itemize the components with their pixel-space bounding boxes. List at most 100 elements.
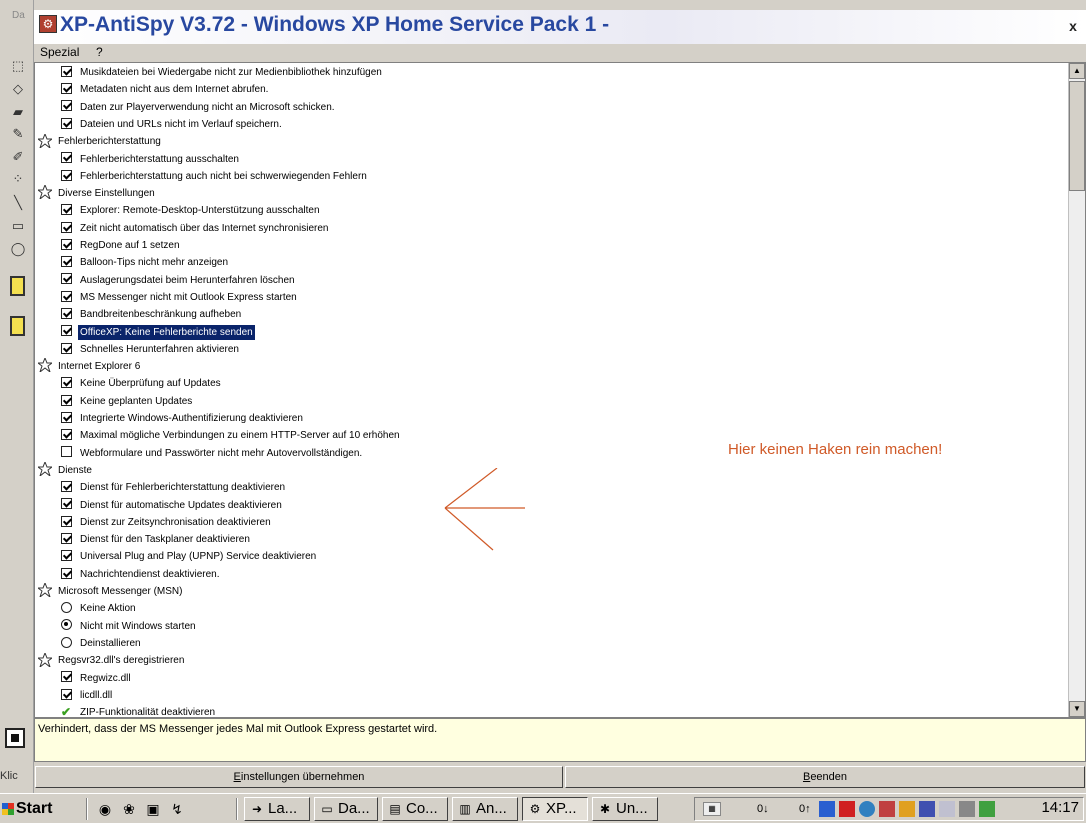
tree-radio-option[interactable]: Keine Aktion (61, 601, 138, 618)
tray-app-icon[interactable] (819, 801, 835, 817)
tree-setting[interactable]: Explorer: Remote-Desktop-Unterstützung a… (61, 203, 322, 220)
tree-category[interactable]: Dienste (36, 460, 94, 480)
checked-checkbox[interactable] (61, 567, 72, 579)
tree-setting[interactable]: Dienst für Fehlerberichterstattung deakt… (61, 480, 287, 497)
checked-checkbox[interactable] (61, 394, 72, 406)
title-bar[interactable]: ⚙ XP-AntiSpy V3.72 - Windows XP Home Ser… (34, 10, 1086, 44)
tree-setting[interactable]: Dienst für automatische Updates deaktivi… (61, 498, 284, 515)
checked-checkbox[interactable] (61, 325, 72, 337)
tree-setting[interactable]: Fehlerberichterstattung auch nicht bei s… (61, 169, 369, 186)
tree-setting[interactable]: Balloon-Tips nicht mehr anzeigen (61, 255, 230, 272)
tree-setting[interactable]: Maximal mögliche Verbindungen zu einem H… (61, 428, 402, 445)
start-button[interactable]: Start (2, 797, 74, 821)
tray-update-icon[interactable] (859, 801, 875, 817)
tree-setting[interactable]: Universal Plug and Play (UPNP) Service d… (61, 549, 318, 566)
tree-setting[interactable]: Nachrichtendienst deaktivieren. (61, 567, 222, 584)
tree-setting[interactable]: Keine geplanten Updates (61, 394, 194, 411)
scroll-down-icon[interactable]: ▼ (1069, 701, 1085, 717)
tree-setting[interactable]: Fehlerberichterstattung ausschalten (61, 152, 241, 169)
media-quicklaunch-icon[interactable]: ❀ (120, 800, 138, 818)
tree-setting[interactable]: Musikdateien bei Wiedergabe nicht zur Me… (61, 65, 384, 82)
vertical-scrollbar[interactable]: ▲ ▼ (1068, 63, 1085, 717)
quit-button[interactable]: Beenden (565, 766, 1085, 788)
checked-checkbox[interactable] (61, 83, 72, 95)
close-button[interactable]: x (1066, 19, 1080, 33)
checked-checkbox[interactable] (61, 273, 72, 285)
app-quicklaunch-icon[interactable]: ▣ (144, 800, 162, 818)
tree-setting[interactable]: Auslagerungsdatei beim Herunterfahren lö… (61, 273, 297, 290)
tree-setting[interactable]: ✔ ZIP-Funktionalität deaktivieren (61, 705, 217, 717)
taskbar-item[interactable]: ➜ La... (244, 797, 310, 821)
tree-setting[interactable]: Metadaten nicht aus dem Internet abrufen… (61, 82, 270, 99)
checked-checkbox[interactable] (61, 290, 72, 302)
scroll-up-icon[interactable]: ▲ (1069, 63, 1085, 79)
taskbar-item[interactable]: ▥ An... (452, 797, 518, 821)
checked-checkbox[interactable] (61, 481, 72, 493)
taskbar-item[interactable]: ⚙ XP... (522, 797, 588, 821)
scroll-thumb[interactable] (1069, 81, 1085, 191)
tree-setting[interactable]: Schnelles Herunterfahren aktivieren (61, 342, 241, 359)
tree-category[interactable]: Microsoft Messenger (MSN) (36, 582, 184, 601)
checked-checkbox[interactable] (61, 411, 72, 423)
tree-category[interactable]: Internet Explorer 6 (36, 357, 142, 376)
tree-setting[interactable]: Dateien und URLs nicht im Verlauf speich… (61, 117, 284, 134)
tree-setting[interactable]: Daten zur Playerverwendung nicht an Micr… (61, 100, 337, 117)
select-tool-icon[interactable]: ⬚ (9, 57, 27, 75)
spray-tool-icon[interactable]: ⁘ (9, 170, 27, 188)
color-swatch-icon[interactable] (10, 316, 25, 336)
tool-quicklaunch-icon[interactable]: ↯ (168, 800, 186, 818)
checked-checkbox[interactable] (61, 532, 72, 544)
tree-category[interactable]: Regsvr32.dll's deregistrieren (36, 651, 186, 670)
tree-setting[interactable]: RegDone auf 1 setzen (61, 238, 182, 255)
tree-setting[interactable]: Bandbreitenbeschränkung aufheben (61, 307, 243, 324)
tray-clock-icon[interactable] (939, 801, 955, 817)
rectangle-tool-icon[interactable]: ▭ (9, 217, 27, 235)
checked-checkbox[interactable] (61, 100, 72, 112)
checked-checkbox[interactable] (61, 498, 72, 510)
checked-checkbox[interactable] (61, 221, 72, 233)
tray-monitor-icon[interactable] (919, 801, 935, 817)
fill-tool-icon[interactable]: ▰ (9, 103, 27, 121)
tree-setting[interactable]: OfficeXP: Keine Fehlerberichte senden (61, 324, 255, 342)
tree-setting[interactable]: Zeit nicht automatisch über das Internet… (61, 221, 330, 238)
brush-tool-icon[interactable]: ✐ (9, 148, 27, 166)
color-box-icon[interactable] (5, 728, 25, 748)
checked-checkbox[interactable] (61, 152, 72, 164)
tree-setting[interactable]: Dienst für den Taskplaner deaktivieren (61, 532, 252, 549)
taskbar-item[interactable]: ✱ Un... (592, 797, 658, 821)
tree-setting[interactable]: licdll.dll (61, 688, 114, 705)
eraser-tool-icon[interactable]: ◇ (9, 80, 27, 98)
checked-checkbox[interactable] (61, 671, 72, 683)
tree-setting[interactable]: Integrierte Windows-Authentifizierung de… (61, 411, 305, 428)
tree-setting[interactable]: Webformulare und Passwörter nicht mehr A… (61, 446, 364, 463)
menu-help[interactable]: ? (96, 45, 103, 59)
tree-setting[interactable]: Keine Überprüfung auf Updates (61, 376, 223, 393)
checked-checkbox[interactable] (61, 688, 72, 700)
checked-checkbox[interactable] (61, 515, 72, 527)
checked-checkbox[interactable] (61, 308, 72, 320)
checked-checkbox[interactable] (61, 117, 72, 129)
taskbar-item[interactable]: ▤ Co... (382, 797, 448, 821)
tray-antivirus-icon[interactable] (839, 801, 855, 817)
taskbar-item[interactable]: ▭ Da... (314, 797, 378, 821)
ellipse-tool-icon[interactable]: ◯ (9, 240, 27, 258)
selected-radio[interactable] (61, 619, 72, 631)
checked-checkbox[interactable] (61, 429, 72, 441)
line-tool-icon[interactable]: ╲ (9, 194, 27, 212)
tree-category[interactable]: Diverse Einstellungen (36, 184, 157, 203)
checked-checkbox[interactable] (61, 204, 72, 216)
taskbar-clock[interactable]: 14:17 (1041, 799, 1079, 816)
tray-mail-icon[interactable] (899, 801, 915, 817)
checked-checkbox[interactable] (61, 169, 72, 181)
unchecked-checkbox[interactable] (61, 446, 72, 458)
checked-checkbox[interactable] (61, 377, 72, 389)
ie-quicklaunch-icon[interactable]: ◉ (96, 800, 114, 818)
tree-radio-option[interactable]: Nicht mit Windows starten (61, 619, 198, 636)
checked-checkbox[interactable] (61, 238, 72, 250)
tree-radio-option[interactable]: Deinstallieren (61, 636, 143, 653)
unselected-radio[interactable] (61, 636, 72, 648)
pencil-tool-icon[interactable]: ✎ (9, 125, 27, 143)
checked-checkbox[interactable] (61, 65, 72, 77)
tree-setting[interactable]: Dienst zur Zeitsynchronisation deaktivie… (61, 515, 273, 532)
checked-checkbox[interactable] (61, 256, 72, 268)
